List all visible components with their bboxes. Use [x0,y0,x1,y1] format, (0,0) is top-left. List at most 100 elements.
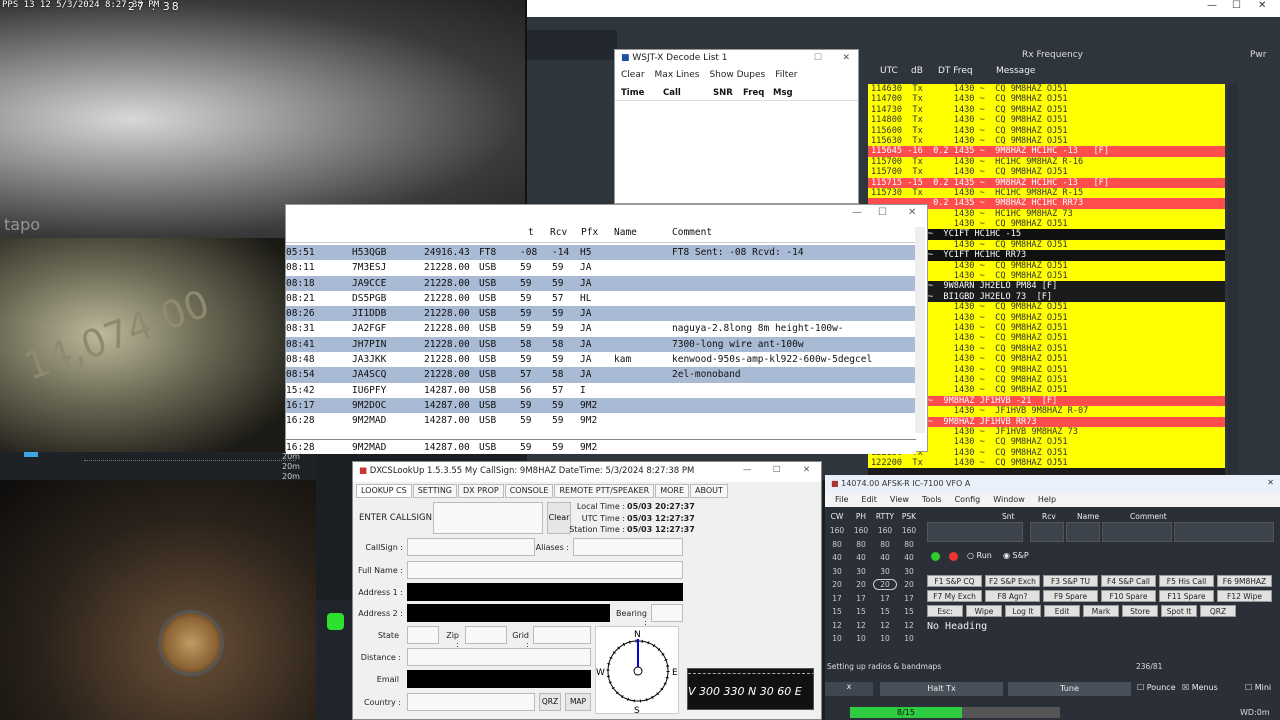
rx-row[interactable]: 114630 Tx 1430 ~ CQ 9M8HAZ OJ51 [868,84,1225,95]
menu-file[interactable]: File [835,495,848,505]
tab-remote-ptt[interactable]: REMOTE PTT/SPEAKER [554,484,655,498]
band-button[interactable]: 80 [825,540,849,549]
full-name-field[interactable] [407,561,683,579]
menu-edit[interactable]: Edit [861,495,877,505]
menus-checkbox[interactable]: ☒ Menus [1182,683,1218,692]
log-row[interactable]: 16:28 9M2MAD 14287.00 USB 59 59 9M2 [286,413,916,429]
band-button[interactable]: 80 [897,540,921,549]
pounce-checkbox[interactable]: ☐ Pounce [1137,683,1176,692]
grid-field[interactable] [533,626,591,644]
band-button[interactable]: 10 [825,634,849,643]
fkey-button[interactable]: F5 His Call [1159,575,1214,587]
band-button[interactable]: 80 [849,540,873,549]
menu-tools[interactable]: Tools [922,495,942,505]
fkey-button[interactable]: F7 My Exch [927,590,982,602]
log-row[interactable]: 15:42 IU6PFY 14287.00 USB 56 57 I [286,382,916,398]
fkey-button[interactable]: F12 Wipe [1217,590,1272,602]
log-row[interactable]: 16:17 9M2DOC 14287.00 USB 59 59 9M2 [286,397,916,414]
name-entry[interactable] [1102,522,1172,542]
band-button[interactable]: 160 [849,526,873,535]
menu-filter[interactable]: Filter [775,70,797,84]
fkey-button[interactable]: F1 S&P CQ [927,575,982,587]
band-button[interactable]: 40 [897,553,921,562]
menu-window[interactable]: Window [993,495,1025,505]
log-row[interactable]: 08:26 JI1DDB 21228.00 USB 59 59 JA [286,306,916,322]
close-icon[interactable]: ✕ [803,465,810,475]
log-row[interactable]: 08:18 JA9CCE 21228.00 USB 59 59 JA [286,275,916,291]
log-row[interactable]: 08:31 JA2FGF 21228.00 USB 59 59 JA naguya-2.8lo… [286,321,916,337]
fkey-button[interactable]: Esc: Stop [927,605,963,628]
menu-help[interactable]: Help [1038,495,1056,505]
minimize-icon[interactable]: — [852,207,862,218]
mini-checkbox[interactable]: ☐ Mini [1245,683,1271,692]
band-button[interactable]: 15 [825,607,849,616]
country-field[interactable] [407,693,535,711]
log-row[interactable]: 08:11 7M3ESJ 21228.00 USB 59 59 JA [286,260,916,276]
band-button[interactable]: 12 [873,621,897,630]
menu-show-dupes[interactable]: Show Dupes [709,70,765,84]
zip-field[interactable] [465,626,507,644]
fkey-button[interactable]: Edit [1044,605,1080,617]
log-row[interactable]: 08:48 JA3JKK 21228.00 USB 59 59 JA kam kenwood-9… [286,352,916,368]
comment-entry[interactable] [1174,522,1274,542]
band-button[interactable]: 15 [897,607,921,616]
maximize-icon[interactable]: ☐ [773,465,781,475]
rcv-entry[interactable] [1066,522,1100,542]
callsign-entry-input[interactable] [433,502,543,534]
distance-field[interactable] [407,648,591,666]
tab-dx-prop[interactable]: DX PROP [458,484,504,498]
fkey-button[interactable]: F4 S&P Call [1101,575,1156,587]
fkey-button[interactable]: Spot It [1161,605,1197,617]
band-button[interactable]: 17 [825,594,849,603]
rx-row[interactable]: 115715 -15 0.2 1435 ~ 9M8HAZ HC1HC -13 [… [868,177,1225,188]
rx-row[interactable]: 114800 Tx 1430 ~ CQ 9M8HAZ OJ51 [868,115,1225,126]
menu-config[interactable]: Config [955,495,981,505]
state-field[interactable] [407,626,439,644]
tab-more[interactable]: MORE [655,484,690,498]
band-button[interactable]: 160 [873,526,897,535]
fkey-button[interactable]: Mark [1083,605,1119,617]
band-button[interactable]: 40 [825,553,849,562]
band-button[interactable]: 20 [849,580,873,589]
band-button[interactable]: 30 [873,567,897,576]
fkey-button[interactable]: F6 9M8HAZ [1217,575,1272,587]
close-icon[interactable]: ✕ [1258,0,1266,11]
fkey-button[interactable]: F11 Spare [1159,590,1214,602]
band-button[interactable]: 20 [825,580,849,589]
aliases-field[interactable] [573,538,683,556]
band-button[interactable]: 20 [897,580,921,589]
close-icon[interactable]: ✕ [842,53,850,63]
maximize-icon[interactable]: ☐ [814,53,822,63]
band-button[interactable]: 40 [873,553,897,562]
fkey-button[interactable]: F3 S&P TU [1043,575,1098,587]
band-button[interactable]: 10 [873,634,897,643]
band-button[interactable]: 17 [873,594,897,603]
band-button[interactable]: 17 [849,594,873,603]
band-button[interactable]: 30 [825,567,849,576]
close-icon[interactable]: ✕ [1267,478,1274,487]
band-button[interactable]: 10 [849,634,873,643]
sp-radio[interactable]: ◉ S&P [1003,551,1029,560]
menu-max-lines[interactable]: Max Lines [655,70,700,84]
rx-row[interactable]: 115730 Tx 1430 ~ HC1HC 9M8HAZ R-15 [868,187,1225,199]
log-table[interactable]: 05:51 H53QGB 24916.43 FT8 -08 -14 H5 FT8 Sent: … [286,245,916,429]
fkey-button[interactable]: F9 Spare [1043,590,1098,602]
tab-setting[interactable]: SETTING [412,484,457,498]
band-button[interactable]: 20 [873,579,897,591]
log-scrollbar[interactable] [915,227,925,433]
fkey-button[interactable]: F2 S&P Exch [985,575,1040,587]
fkey-button[interactable]: QRZ [1200,605,1236,617]
band-button[interactable]: 160 [825,526,849,535]
maximize-icon[interactable]: ☐ [878,207,887,218]
minimize-icon[interactable]: — [1207,0,1217,11]
bearing-field[interactable] [651,604,683,622]
log-row[interactable]: 08:41 JH7PIN 21228.00 USB 58 58 JA 7300-long wi… [286,336,916,353]
tune-button[interactable]: Tune [1008,682,1131,696]
run-radio[interactable]: ○ Run [967,551,992,560]
log-row[interactable]: 08:54 JA4SCQ 21228.00 USB 57 58 JA 2el-monoband [286,367,916,383]
rx-scrollbar[interactable] [1228,84,1238,474]
fkey-button[interactable]: Log It [1005,605,1041,617]
band-button[interactable]: 10 [897,634,921,643]
rx-row[interactable]: 115700 Tx 1430 ~ CQ 9M8HAZ OJ51 [868,167,1225,178]
log-row[interactable]: 05:51 H53QGB 24916.43 FT8 -08 -14 H5 FT8 Sent: … [286,245,916,261]
